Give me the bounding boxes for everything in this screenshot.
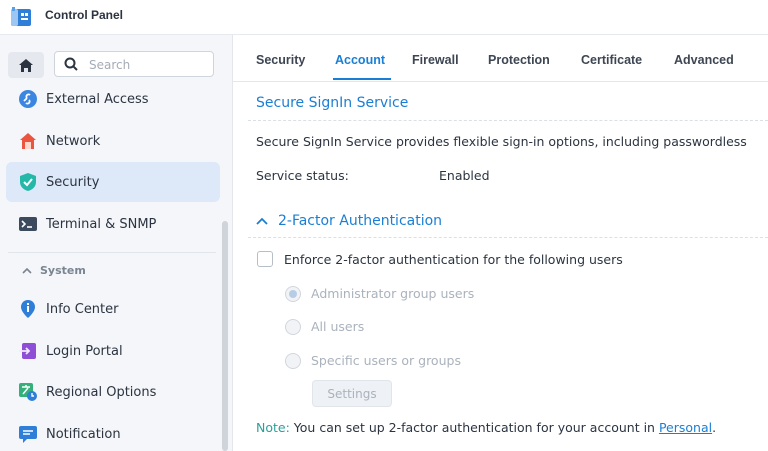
tab-advanced[interactable]: Advanced bbox=[674, 53, 734, 67]
tab-security[interactable]: Security bbox=[256, 53, 305, 67]
network-house-icon bbox=[18, 131, 38, 151]
section-divider bbox=[248, 237, 768, 238]
radio-label-specific-users: Specific users or groups bbox=[311, 353, 461, 368]
sidebar-group-label: System bbox=[40, 264, 86, 277]
terminal-icon bbox=[18, 214, 38, 234]
radio-administrator-group[interactable] bbox=[285, 286, 301, 302]
sidebar-item-regional-options[interactable]: Regional Options bbox=[6, 372, 220, 412]
notification-icon bbox=[18, 424, 38, 444]
tab-bar: Security Account Firewall Protection Cer… bbox=[233, 35, 768, 82]
note-text: Note: You can set up 2-factor authentica… bbox=[256, 420, 716, 435]
tab-protection[interactable]: Protection bbox=[488, 53, 550, 67]
search-field[interactable] bbox=[54, 51, 214, 77]
radio-label-administrator-group: Administrator group users bbox=[311, 286, 475, 301]
sidebar-item-label: External Access bbox=[46, 91, 149, 107]
login-portal-icon bbox=[18, 341, 38, 361]
sidebar-item-label: Security bbox=[46, 174, 100, 190]
note-end: . bbox=[712, 420, 717, 435]
note-body: You can set up 2-factor authentication f… bbox=[293, 420, 655, 435]
sidebar-item-label: Login Portal bbox=[46, 343, 123, 359]
regional-options-icon bbox=[18, 382, 38, 402]
sidebar-item-label: Notification bbox=[46, 426, 121, 442]
sidebar-item-notification[interactable]: Notification bbox=[6, 414, 220, 451]
service-status-label: Service status: bbox=[256, 168, 349, 183]
sidebar-item-security[interactable]: Security bbox=[6, 162, 220, 202]
sidebar-item-label: Regional Options bbox=[46, 384, 157, 400]
app-title: Control Panel bbox=[45, 8, 124, 22]
tab-account[interactable]: Account bbox=[335, 53, 385, 67]
settings-button[interactable]: Settings bbox=[312, 380, 392, 407]
sidebar-divider bbox=[8, 252, 216, 253]
info-icon bbox=[18, 299, 38, 319]
tab-firewall[interactable]: Firewall bbox=[412, 53, 459, 67]
chevron-up-icon bbox=[256, 217, 268, 225]
sidebar-item-terminal-snmp[interactable]: Terminal & SNMP bbox=[6, 204, 220, 244]
section-divider bbox=[248, 120, 768, 121]
sidebar-item-label: Network bbox=[46, 133, 101, 149]
external-access-icon bbox=[18, 89, 38, 109]
chevron-up-icon bbox=[22, 267, 32, 274]
enforce-2fa-label: Enforce 2-factor authentication for the … bbox=[284, 252, 623, 267]
sidebar-item-label: Info Center bbox=[46, 301, 119, 317]
radio-label-all-users: All users bbox=[311, 319, 365, 334]
control-panel-app-icon bbox=[11, 7, 31, 26]
sidebar-item-network[interactable]: Network bbox=[6, 121, 220, 161]
home-icon bbox=[19, 58, 33, 72]
sidebar-item-label: Terminal & SNMP bbox=[46, 216, 157, 232]
section-2fa-header[interactable]: 2-Factor Authentication bbox=[256, 213, 442, 229]
radio-all-users[interactable] bbox=[285, 319, 301, 335]
home-button[interactable] bbox=[8, 52, 44, 78]
search-input[interactable] bbox=[87, 56, 211, 74]
section-title-2fa: 2-Factor Authentication bbox=[278, 213, 443, 229]
tab-certificate[interactable]: Certificate bbox=[581, 53, 642, 67]
sidebar-group-system[interactable]: System bbox=[22, 264, 86, 277]
section-title-secure-signin: Secure SignIn Service bbox=[256, 95, 409, 111]
sidebar-item-info-center[interactable]: Info Center bbox=[6, 289, 220, 329]
shield-check-icon bbox=[18, 172, 38, 192]
service-status-value: Enabled bbox=[439, 168, 490, 183]
sidebar-item-external-access[interactable]: External Access bbox=[6, 79, 220, 119]
active-tab-indicator bbox=[333, 78, 391, 80]
signin-description: Secure SignIn Service provides flexible … bbox=[256, 134, 747, 149]
personal-link[interactable]: Personal bbox=[659, 420, 712, 435]
radio-specific-users[interactable] bbox=[285, 353, 301, 369]
title-bar: Control Panel bbox=[0, 0, 768, 35]
sidebar: External Access Network Security Te bbox=[0, 35, 233, 451]
sidebar-scrollbar-thumb[interactable] bbox=[222, 221, 228, 451]
note-label: Note: bbox=[256, 420, 290, 435]
sidebar-scrollbar[interactable] bbox=[222, 221, 228, 451]
sidebar-item-login-portal[interactable]: Login Portal bbox=[6, 331, 220, 371]
search-icon bbox=[64, 57, 78, 71]
enforce-2fa-checkbox[interactable] bbox=[257, 251, 273, 267]
